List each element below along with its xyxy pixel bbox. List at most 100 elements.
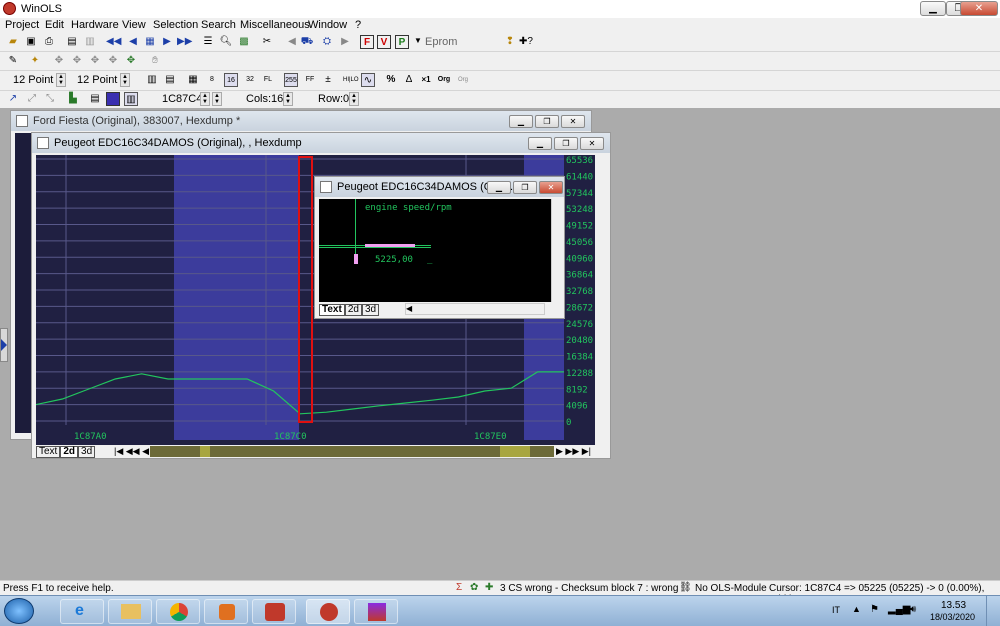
float-button[interactable]: FL	[261, 73, 275, 87]
horizontal-scrollbar[interactable]	[150, 446, 554, 457]
address-spinner[interactable]: ▲ ▼	[200, 92, 210, 106]
select-icon-3[interactable]: ✥	[88, 54, 102, 68]
letter-f-icon[interactable]: F	[360, 35, 374, 49]
small-2d-window[interactable]: Peugeot EDC16C34DAMOS (Origi... ▁ ❐ ✕ en…	[314, 176, 565, 319]
percent-icon[interactable]: %	[384, 73, 398, 87]
map-icon[interactable]: ▩	[237, 35, 251, 49]
compare-icon[interactable]: ▥	[83, 35, 97, 49]
winrar-task[interactable]	[354, 599, 398, 624]
menu-project[interactable]: Project	[5, 19, 39, 31]
explorer-task[interactable]	[108, 599, 152, 624]
search-doc-icon[interactable]: 🔍︎	[219, 35, 233, 49]
forward-icon[interactable]: ▶	[338, 35, 352, 49]
clock-date[interactable]: 18/03/2020	[930, 612, 975, 622]
select-icon-1[interactable]: ✥	[52, 54, 66, 68]
select-icon-2[interactable]: ✥	[70, 54, 84, 68]
dock-handle[interactable]	[0, 328, 8, 362]
scale-icon-2[interactable]: ⤡	[43, 92, 57, 106]
small-minimize-button[interactable]: ▁	[487, 181, 511, 194]
menu-help[interactable]: ?	[355, 19, 361, 31]
small-horizontal-scrollbar[interactable]: ◀	[405, 303, 545, 315]
tab-3d[interactable]: 3d	[78, 446, 96, 458]
menu-selection[interactable]: Selection	[153, 19, 198, 31]
hex-view-icon[interactable]: ▤	[163, 73, 177, 87]
tab-text[interactable]: Text	[319, 304, 345, 316]
grid-icon[interactable]: ▦	[143, 35, 157, 49]
context-help-icon[interactable]: ✚?	[519, 35, 533, 49]
peugeot-window-titlebar[interactable]: Peugeot EDC16C34DAMOS (Original), , Hexd…	[32, 133, 610, 153]
volume-icon[interactable]: 🔊︎	[910, 604, 916, 615]
chrome-task[interactable]	[156, 599, 200, 624]
hand-icon[interactable]: ✋︎	[148, 54, 162, 68]
font-size-2-spinner[interactable]: ▲ ▼	[120, 73, 130, 87]
chart-icon[interactable]: ↗	[6, 92, 20, 106]
delta-icon[interactable]: Δ	[402, 73, 416, 87]
show-desktop-button[interactable]	[986, 596, 1000, 626]
list-icon[interactable]: ☰	[201, 35, 215, 49]
letter-v-icon[interactable]: V	[377, 35, 391, 49]
org-compare-icon[interactable]: Org	[456, 73, 470, 87]
org-icon[interactable]: Org	[437, 73, 451, 87]
signed-icon[interactable]: ±	[321, 73, 335, 87]
tab-nav-buttons-right[interactable]: ▶ ▶▶ ▶|	[556, 446, 591, 457]
small-window-titlebar[interactable]: Peugeot EDC16C34DAMOS (Origi... ▁ ❐ ✕	[315, 177, 564, 197]
media-task[interactable]	[204, 599, 248, 624]
small-maximize-button[interactable]: ❐	[513, 181, 537, 194]
start-button[interactable]	[4, 598, 34, 624]
first-icon[interactable]: ◀◀	[106, 35, 121, 49]
menu-window[interactable]: Window	[308, 19, 347, 31]
tab-text[interactable]: Text	[36, 446, 61, 458]
cols-field[interactable]: Cols:16	[246, 91, 283, 107]
clock-time[interactable]: 13.53	[941, 600, 966, 611]
bits-32-button[interactable]: 32	[243, 73, 257, 87]
menu-miscellaneous[interactable]: Miscellaneous	[240, 19, 310, 31]
decimal-button[interactable]: 255	[284, 73, 298, 87]
app-task[interactable]	[252, 599, 296, 624]
back-icon[interactable]: ◀	[285, 35, 299, 49]
car-icon[interactable]: ⛟	[300, 35, 314, 49]
menu-view[interactable]: View	[122, 19, 146, 31]
cols-spinner[interactable]: ▲ ▼	[283, 92, 293, 106]
network-icon[interactable]: ▂▄▆	[888, 604, 910, 615]
row-field[interactable]: Row:0	[318, 91, 349, 107]
prev-icon[interactable]: ◀	[126, 35, 140, 49]
tray-arrow-icon[interactable]: ▲	[852, 604, 861, 614]
fill-icon[interactable]	[106, 92, 120, 106]
scale-icon-1[interactable]: ⤢	[25, 92, 39, 106]
peugeot-minimize-button[interactable]: ▁	[528, 137, 552, 150]
ford-window-titlebar[interactable]: Ford Fiesta (Original), 383007, Hexdump …	[11, 111, 591, 131]
font-size-1-spinner[interactable]: ▲ ▼	[56, 73, 66, 87]
pen-icon[interactable]: ✎	[6, 54, 20, 68]
minimize-button[interactable]: ▁	[920, 1, 946, 16]
font-size-2[interactable]: 12 Point	[77, 72, 117, 88]
eprom-label[interactable]: Eprom	[425, 34, 457, 50]
flag-icon[interactable]: ⚑	[870, 604, 879, 615]
menu-edit[interactable]: Edit	[45, 19, 64, 31]
window-icon[interactable]: ▤	[65, 35, 79, 49]
tab-2d[interactable]: 2d	[344, 304, 362, 316]
peugeot-close-button[interactable]: ✕	[580, 137, 604, 150]
single-value-view[interactable]: engine speed/rpm 5225,00 _	[319, 199, 551, 302]
letter-p-icon[interactable]: P	[395, 35, 409, 49]
dropdown-arrow-icon[interactable]: ▼	[414, 36, 422, 45]
help-pointer-icon[interactable]: ❢	[503, 35, 517, 49]
vertical-scrollbar[interactable]	[595, 155, 607, 445]
connect-icon[interactable]: ⛭	[320, 35, 334, 49]
tab-2d[interactable]: 2d	[60, 446, 79, 458]
small-vertical-scrollbar[interactable]	[551, 199, 562, 302]
tab-3d[interactable]: 3d	[361, 304, 380, 316]
color-icon[interactable]: ▙	[66, 92, 80, 106]
close-button[interactable]: ✕	[960, 1, 998, 16]
last-icon[interactable]: ▶▶	[177, 35, 192, 49]
ford-minimize-button[interactable]: ▁	[509, 115, 533, 128]
tab-nav-buttons[interactable]: |◀ ◀◀ ◀	[114, 446, 149, 457]
menu-hardware[interactable]: Hardware	[71, 19, 119, 31]
column-view-icon[interactable]: ▥	[124, 92, 138, 106]
columns-icon[interactable]: ▦	[186, 73, 200, 87]
hilo-icon[interactable]: HI|LO	[343, 73, 359, 87]
bits-8-button[interactable]: 8	[205, 73, 219, 87]
bits-16-button[interactable]: 16	[224, 73, 238, 87]
language-indicator[interactable]: IT	[832, 605, 840, 615]
text-view-icon[interactable]: ▥	[145, 73, 159, 87]
save-icon[interactable]: ▣	[24, 35, 38, 49]
